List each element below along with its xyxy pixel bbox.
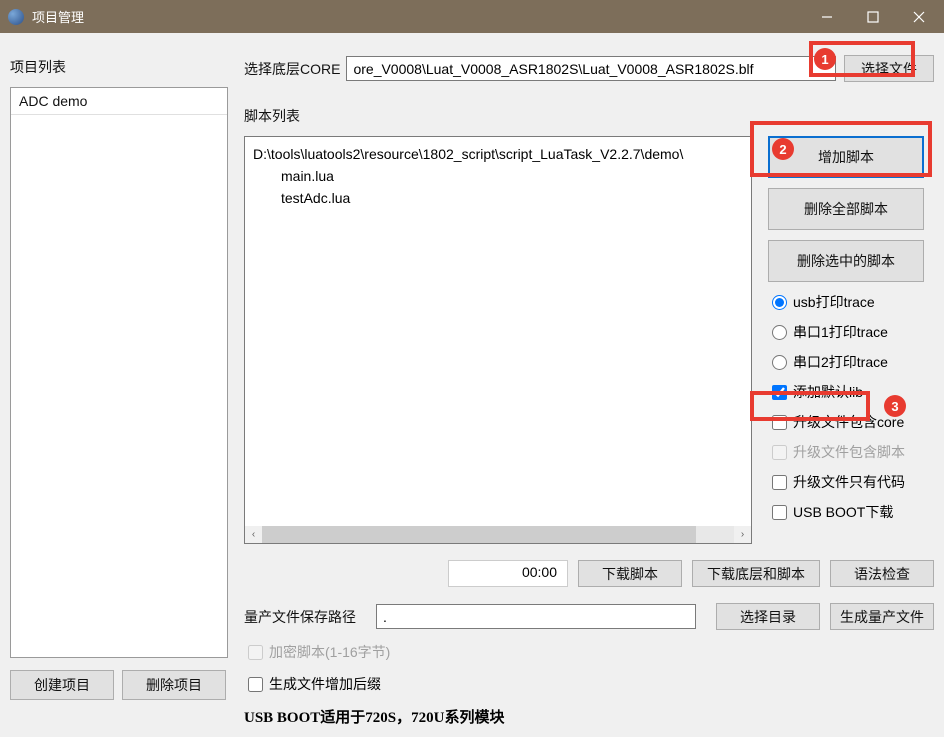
- check-upgrade-script: 升级文件包含脚本: [768, 442, 934, 462]
- core-label: 选择底层CORE: [244, 59, 340, 79]
- footer-note: USB BOOT适用于720S，720U系列模块: [244, 706, 504, 727]
- checkbox-input[interactable]: [772, 415, 787, 430]
- radio-uart1-trace[interactable]: 串口1打印trace: [768, 322, 934, 342]
- checkbox-input[interactable]: [772, 505, 787, 520]
- check-usb-boot-download[interactable]: USB BOOT下载: [768, 502, 934, 522]
- pick-file-button[interactable]: 选择文件: [844, 55, 934, 82]
- window-title: 项目管理: [32, 7, 84, 26]
- delete-project-button[interactable]: 删除项目: [122, 670, 226, 700]
- delete-all-scripts-button[interactable]: 删除全部脚本: [768, 188, 924, 230]
- app-icon: [8, 9, 24, 25]
- script-file[interactable]: testAdc.lua: [253, 187, 743, 209]
- radio-input[interactable]: [772, 295, 787, 310]
- generate-mass-file-button[interactable]: 生成量产文件: [830, 603, 934, 630]
- mass-path-label: 量产文件保存路径: [244, 607, 356, 627]
- download-script-button[interactable]: 下载脚本: [578, 560, 682, 587]
- project-list-label: 项目列表: [10, 57, 232, 77]
- radio-input[interactable]: [772, 325, 787, 340]
- checkbox-input[interactable]: [772, 385, 787, 400]
- mass-path-input[interactable]: [376, 604, 696, 629]
- scroll-right-icon[interactable]: ›: [734, 526, 751, 543]
- scroll-left-icon[interactable]: ‹: [245, 526, 262, 543]
- checkbox-input[interactable]: [772, 475, 787, 490]
- check-upgrade-code-only[interactable]: 升级文件只有代码: [768, 472, 934, 492]
- check-upgrade-core[interactable]: 升级文件包含core: [768, 412, 934, 432]
- title-bar: 项目管理: [0, 0, 944, 33]
- radio-input[interactable]: [772, 355, 787, 370]
- download-core-and-script-button[interactable]: 下载底层和脚本: [692, 560, 820, 587]
- checkbox-input: [772, 445, 787, 460]
- horizontal-scrollbar[interactable]: ‹ ›: [245, 526, 751, 543]
- create-project-button[interactable]: 创建项目: [10, 670, 114, 700]
- check-add-default-lib[interactable]: 添加默认lib: [768, 382, 934, 402]
- syntax-check-button[interactable]: 语法检查: [830, 560, 934, 587]
- script-listbox[interactable]: D:\tools\luatools2\resource\1802_script\…: [244, 136, 752, 544]
- pick-directory-button[interactable]: 选择目录: [716, 603, 820, 630]
- add-script-button[interactable]: 增加脚本: [768, 136, 924, 178]
- check-encrypt-script: 加密脚本(1-16字节): [244, 642, 390, 662]
- script-file[interactable]: main.lua: [253, 165, 743, 187]
- time-display: 00:00: [448, 560, 568, 587]
- check-gen-file-suffix[interactable]: 生成文件增加后缀: [244, 674, 381, 694]
- close-button[interactable]: [896, 2, 942, 32]
- script-list-label: 脚本列表: [244, 106, 934, 126]
- core-path-input[interactable]: [346, 56, 836, 81]
- radio-uart2-trace[interactable]: 串口2打印trace: [768, 352, 934, 372]
- project-listbox[interactable]: ADC demo: [10, 87, 228, 658]
- checkbox-input[interactable]: [248, 677, 263, 692]
- delete-selected-script-button[interactable]: 删除选中的脚本: [768, 240, 924, 282]
- script-root-path[interactable]: D:\tools\luatools2\resource\1802_script\…: [253, 143, 743, 165]
- maximize-button[interactable]: [850, 2, 896, 32]
- minimize-button[interactable]: [804, 2, 850, 32]
- project-item[interactable]: ADC demo: [11, 88, 227, 115]
- checkbox-input: [248, 645, 263, 660]
- radio-usb-trace[interactable]: usb打印trace: [768, 292, 934, 312]
